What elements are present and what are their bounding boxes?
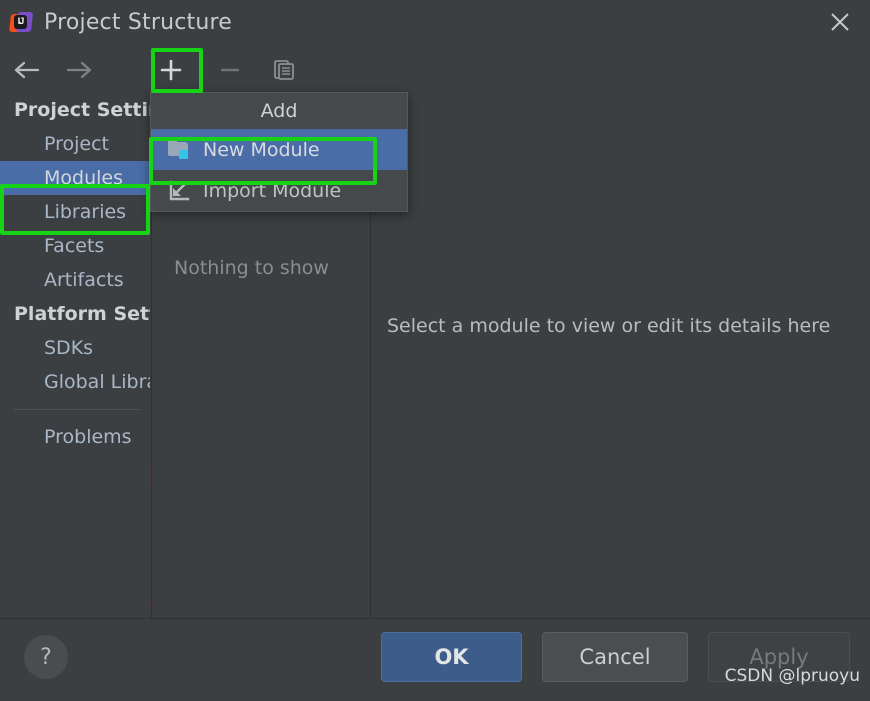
menu-item-label: New Module xyxy=(203,138,320,161)
menu-item-import-module[interactable]: Import Module xyxy=(151,170,407,211)
sidebar-item-sdks[interactable]: SDKs xyxy=(0,331,150,365)
plus-icon[interactable] xyxy=(152,51,190,89)
project-structure-dialog: 520it.com 520it.com 520it.com 爱上学it 爱上学i… xyxy=(0,0,870,701)
menu-header-add: Add xyxy=(260,100,298,122)
sidebar-group-platform-settings: Platform Settings xyxy=(14,303,150,325)
add-dropdown-menu: Add New Module Import Module xyxy=(150,92,408,212)
copy-icon[interactable] xyxy=(265,51,303,89)
arrow-left-icon[interactable] xyxy=(8,51,46,89)
logo-mark-text: IJ xyxy=(17,15,25,26)
minus-icon xyxy=(211,51,249,89)
menu-item-new-module[interactable]: New Module xyxy=(151,129,407,170)
window-title: Project Structure xyxy=(44,10,233,35)
ok-button[interactable]: OK xyxy=(381,632,522,682)
sidebar-item-artifacts[interactable]: Artifacts xyxy=(0,263,150,297)
module-list-empty-text: Nothing to show xyxy=(174,257,329,279)
cancel-button[interactable]: Cancel xyxy=(542,632,688,682)
settings-sidebar: Project Settings Project Modules Librari… xyxy=(0,93,150,618)
help-button[interactable]: ? xyxy=(24,635,68,679)
import-module-arrow-icon xyxy=(167,180,193,202)
intellij-idea-logo-icon: IJ xyxy=(9,11,34,34)
title-bar: IJ Project Structure xyxy=(0,0,870,45)
new-module-folder-icon xyxy=(167,138,193,161)
arrow-right-icon[interactable] xyxy=(60,51,98,89)
sidebar-item-global-libraries[interactable]: Global Libraries xyxy=(0,365,150,399)
toolbar xyxy=(0,45,870,93)
sidebar-group-project-settings: Project Settings xyxy=(14,99,150,121)
csdn-watermark: CSDN @lpruoyu xyxy=(724,666,860,686)
menu-item-label: Import Module xyxy=(203,179,342,202)
sidebar-item-project[interactable]: Project xyxy=(0,127,150,161)
module-detail-pane: Select a module to view or edit its deta… xyxy=(371,93,870,618)
sidebar-separator xyxy=(14,409,140,410)
detail-placeholder-text: Select a module to view or edit its deta… xyxy=(387,315,831,337)
close-icon[interactable] xyxy=(820,4,860,40)
sidebar-item-facets[interactable]: Facets xyxy=(0,229,150,263)
sidebar-item-problems[interactable]: Problems xyxy=(0,420,150,454)
sidebar-item-libraries[interactable]: Libraries xyxy=(0,195,150,229)
sidebar-item-modules[interactable]: Modules xyxy=(0,161,150,195)
